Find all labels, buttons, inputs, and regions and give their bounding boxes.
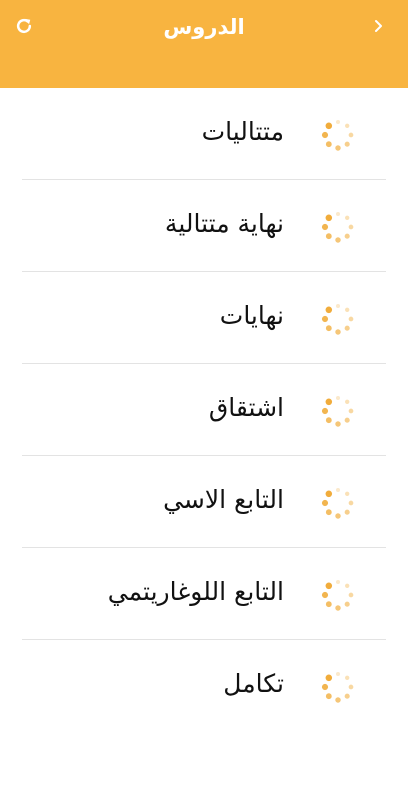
loading-spinner-icon (321, 672, 354, 703)
lesson-item-sequence-limit[interactable]: نهاية متتالية (0, 180, 408, 272)
lesson-item-exponential-function[interactable]: التابع الاسي (0, 456, 408, 548)
lesson-label: التابع الاسي (163, 485, 284, 514)
lesson-item-derivation[interactable]: اشتقاق (0, 364, 408, 456)
spinner-dot (335, 237, 341, 243)
spinner-dot (348, 132, 354, 138)
spinner-dot (325, 325, 332, 332)
spinner-dot (336, 580, 340, 584)
loading-spinner-icon (321, 396, 354, 427)
spinner-dot (325, 693, 332, 700)
spinner-dot (348, 316, 354, 322)
spinner-dot (321, 591, 329, 599)
loading-spinner-icon (321, 212, 354, 243)
spinner-dot (325, 674, 333, 682)
spinner-dot (345, 399, 350, 404)
spinner-dot (325, 509, 332, 516)
spinner-dot (325, 214, 333, 222)
spinner-dot (345, 491, 350, 496)
spinner-dot (345, 123, 350, 128)
spinner-dot (348, 592, 354, 598)
lesson-item-integration[interactable]: تكامل (0, 640, 408, 732)
spinner-dot (321, 315, 329, 323)
spinner-dot (321, 683, 329, 691)
loading-spinner-icon (321, 120, 354, 151)
loading-spinner-icon (321, 580, 354, 611)
spinner-dot (344, 325, 350, 331)
spinner-dot (325, 582, 333, 590)
spinner-dot (348, 224, 354, 230)
spinner-dot (321, 131, 329, 139)
spinner-dot (335, 697, 341, 703)
lesson-label: متتاليات (201, 117, 284, 146)
spinner-dot (325, 122, 333, 130)
spinner-dot (336, 672, 340, 676)
page-title: الدروس (163, 15, 245, 39)
spinner-dot (325, 490, 333, 498)
lessons-list: متتاليات نهاية متتالية نهايات اشتقاق الت… (0, 88, 408, 732)
spinner-dot (335, 145, 341, 151)
app-screen: الدروس متتاليات نهاية متتالية نهايات اشت… (0, 0, 408, 800)
spinner-dot (335, 605, 341, 611)
spinner-dot (344, 141, 350, 147)
spinner-dot (321, 223, 329, 231)
lesson-label: تكامل (223, 669, 284, 698)
spinner-dot (345, 583, 350, 588)
lesson-label: نهايات (219, 301, 284, 330)
spinner-dot (344, 509, 350, 515)
lesson-item-limits[interactable]: نهايات (0, 272, 408, 364)
spinner-dot (325, 417, 332, 424)
spinner-dot (336, 304, 340, 308)
spinner-dot (335, 329, 341, 335)
spinner-dot (335, 421, 341, 427)
loading-spinner-icon (321, 304, 354, 335)
lesson-label: التابع اللوغاريتمي (107, 577, 284, 606)
app-header: الدروس (0, 0, 408, 88)
spinner-dot (325, 398, 333, 406)
spinner-dot (325, 306, 333, 314)
spinner-dot (336, 396, 340, 400)
spinner-dot (344, 601, 350, 607)
loading-spinner-icon (321, 488, 354, 519)
lesson-item-sequences[interactable]: متتاليات (0, 88, 408, 180)
spinner-dot (336, 212, 340, 216)
spinner-dot (345, 307, 350, 312)
spinner-dot (325, 233, 332, 240)
lesson-item-logarithmic-function[interactable]: التابع اللوغاريتمي (0, 548, 408, 640)
spinner-dot (344, 417, 350, 423)
lesson-label: اشتقاق (208, 393, 284, 422)
spinner-dot (344, 233, 350, 239)
spinner-dot (325, 141, 332, 148)
spinner-dot (348, 408, 354, 414)
lesson-label: نهاية متتالية (164, 209, 284, 238)
spinner-dot (321, 407, 329, 415)
spinner-dot (344, 693, 350, 699)
spinner-dot (336, 488, 340, 492)
spinner-dot (321, 499, 329, 507)
spinner-dot (335, 513, 341, 519)
back-button[interactable] (362, 10, 394, 42)
chevron-right-icon (375, 20, 382, 32)
spinner-dot (348, 684, 354, 690)
spinner-dot (325, 601, 332, 608)
spinner-dot (336, 120, 340, 124)
spinner-dot (345, 215, 350, 220)
spinner-dot (345, 675, 350, 680)
spinner-dot (348, 500, 354, 506)
